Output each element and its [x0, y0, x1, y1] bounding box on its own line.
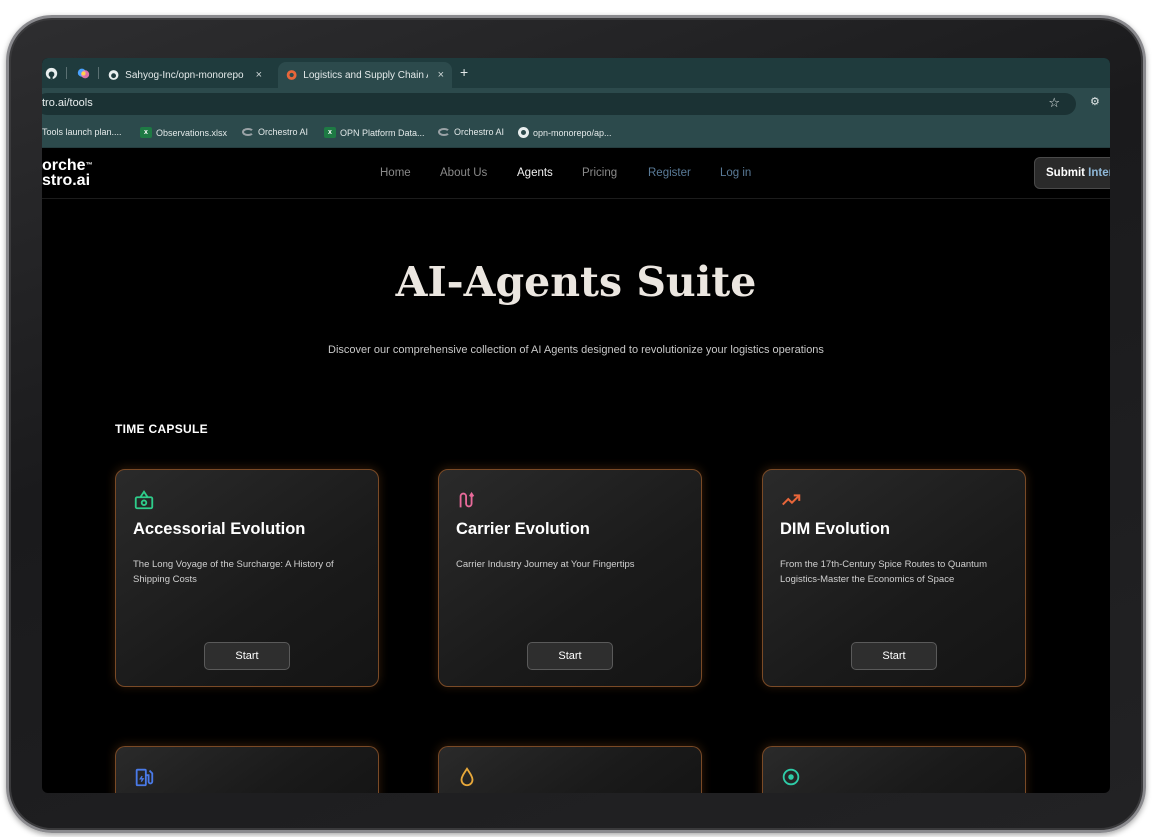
extension-icon[interactable]: ⚙ [1090, 95, 1100, 108]
screen: Sahyog-Inc/opn-monorepo at × Logistics a… [42, 58, 1110, 793]
agent-card-accessorial: Accessorial Evolution The Long Voyage of… [115, 469, 379, 687]
page-title: AI-Agents Suite [395, 258, 757, 306]
github-icon [108, 70, 119, 80]
submit-label-1: Submit [1046, 167, 1089, 179]
start-button[interactable]: Start [204, 642, 290, 670]
github-icon[interactable] [44, 66, 58, 80]
bookmark-label: OPN Platform Data... [340, 127, 425, 138]
drop-icon [460, 767, 474, 787]
target-icon [782, 768, 800, 786]
site-logo[interactable]: orche™ stro.ai [42, 158, 93, 189]
nav-agents[interactable]: Agents [517, 167, 553, 179]
tab-title: Logistics and Supply Chain AI [303, 69, 428, 81]
nav-register[interactable]: Register [648, 167, 691, 179]
tab-github[interactable]: Sahyog-Inc/opn-monorepo at × [100, 62, 270, 88]
fuel-icon [135, 768, 154, 787]
orchestro-icon [438, 128, 450, 136]
bookmark-label: Orchestro AI [454, 127, 505, 137]
submit-interest-button[interactable]: Submit Inter [1034, 157, 1110, 189]
card-title: DIM Evolution [780, 520, 890, 538]
bookmark-label: Orchestro AI [258, 127, 309, 137]
card-description: The Long Voyage of the Surcharge: A Hist… [133, 559, 334, 585]
agent-card-dim: DIM Evolution From the 17th-Century Spic… [762, 469, 1026, 687]
bookmark-item[interactable]: opn-monorepo/ap... [518, 127, 612, 138]
bookmark-label: opn-monorepo/ap... [533, 127, 612, 138]
agent-card-partial [438, 746, 702, 793]
trending-up-icon [782, 494, 801, 506]
logo-tm: ™ [85, 162, 93, 169]
tab-logistics[interactable]: Logistics and Supply Chain AI × [278, 62, 452, 88]
bookmark-item[interactable]: Tools launch plan.... [42, 127, 122, 137]
excel-icon: x [324, 127, 336, 138]
card-title: Accessorial Evolution [133, 520, 306, 538]
close-icon[interactable]: × [256, 69, 262, 81]
bookmark-label: Observations.xlsx [156, 127, 228, 138]
url-field[interactable]: tro.ai/tools ☆ [42, 93, 1076, 115]
bookmark-label: Tools launch plan.... [42, 127, 122, 137]
nav-pricing[interactable]: Pricing [582, 167, 617, 179]
card-description: From the 17th-Century Spice Routes to Qu… [780, 559, 987, 585]
agent-card-carrier: Carrier Evolution Carrier Industry Journ… [438, 469, 702, 687]
orchestro-icon [242, 128, 254, 136]
copilot-icon[interactable] [76, 66, 90, 80]
close-icon[interactable]: × [438, 69, 444, 81]
excel-icon: x [140, 127, 152, 138]
address-bar: tro.ai/tools ☆ [42, 88, 1110, 120]
card-description: Carrier Industry Journey at Your Fingert… [456, 559, 635, 570]
bookmark-item[interactable]: Orchestro AI [438, 127, 504, 137]
bookmark-item[interactable]: x Observations.xlsx [140, 127, 227, 138]
start-button[interactable]: Start [851, 642, 937, 670]
browser-tab-bar: Sahyog-Inc/opn-monorepo at × Logistics a… [42, 58, 1110, 88]
page-subtitle: Discover our comprehensive collection of… [328, 344, 824, 356]
agent-card-partial [762, 746, 1026, 793]
card-title: Carrier Evolution [456, 520, 590, 538]
start-button[interactable]: Start [527, 642, 613, 670]
site-navbar: orche™ stro.ai Home About Us Agents Pric… [42, 148, 1110, 199]
logo-line2: stro.ai [42, 172, 91, 189]
bookmark-item[interactable]: x OPN Platform Data... [324, 127, 425, 138]
route-icon [459, 491, 475, 508]
nav-login[interactable]: Log in [720, 167, 751, 179]
orchestro-favicon-icon [286, 70, 297, 80]
github-icon [518, 127, 529, 138]
money-icon [134, 490, 154, 510]
submit-label-2: Inter [1088, 167, 1110, 179]
agent-card-partial [115, 746, 379, 793]
bookmarks-bar: Tools launch plan.... x Observations.xls… [42, 120, 1110, 148]
url-text: tro.ai/tools [42, 97, 93, 109]
bookmark-star-icon[interactable]: ☆ [1048, 95, 1060, 111]
section-title: TIME CAPSULE [115, 422, 208, 436]
new-tab-button[interactable]: + [460, 64, 468, 80]
nav-home[interactable]: Home [380, 167, 411, 179]
tab-title: Sahyog-Inc/opn-monorepo at [125, 69, 246, 81]
nav-about-us[interactable]: About Us [440, 167, 487, 179]
bookmark-item[interactable]: Orchestro AI [242, 127, 308, 137]
